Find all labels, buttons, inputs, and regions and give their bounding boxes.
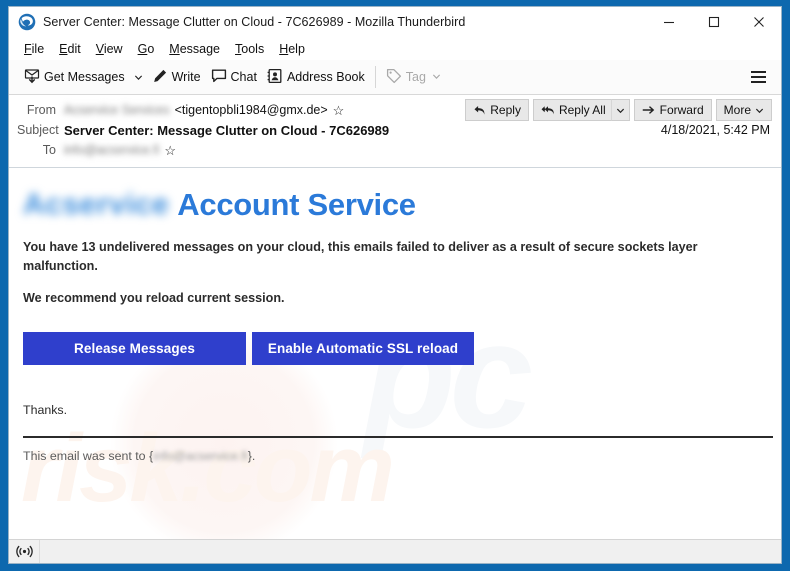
email-cta-row: Release Messages Enable Automatic SSL re… (23, 331, 767, 365)
hamburger-icon (750, 70, 766, 85)
from-address: <tigentopbli1984@gmx.de> (174, 103, 328, 117)
from-value[interactable]: Acservice Services <tigentopbli1984@gmx.… (64, 103, 344, 117)
tag-chevron-down-icon[interactable] (432, 70, 441, 84)
from-label: From (26, 103, 56, 117)
window-title: Server Center: Message Clutter on Cloud … (43, 15, 466, 29)
enable-ssl-reload-button[interactable]: Enable Automatic SSL reload (252, 331, 474, 365)
chat-label: Chat (230, 70, 257, 84)
more-label: More (723, 103, 751, 117)
reply-all-arrow-icon (541, 105, 554, 114)
forward-arrow-icon (642, 106, 654, 114)
desktop-background: Server Center: Message Clutter on Cloud … (0, 0, 790, 571)
address-book-label: Address Book (286, 70, 365, 84)
reply-all-dropdown[interactable] (610, 99, 630, 121)
forward-label: Forward (659, 103, 704, 117)
get-messages-label: Get Messages (44, 70, 125, 84)
reply-button[interactable]: Reply (465, 99, 529, 121)
more-button[interactable]: More (715, 99, 772, 121)
window-titlebar[interactable]: Server Center: Message Clutter on Cloud … (9, 7, 781, 37)
to-label: To (42, 143, 56, 157)
chat-button[interactable]: Chat (206, 64, 262, 91)
reply-all-label: Reply All (558, 103, 606, 117)
sent-to-prefix: This email was sent to { (23, 448, 154, 463)
reply-all-group: Reply All (532, 99, 630, 121)
tag-icon (386, 68, 402, 87)
to-address-redacted: info@acservice.fi (64, 143, 160, 157)
window-controls (646, 7, 781, 37)
subject-label: Subject (17, 123, 59, 137)
main-toolbar: Get Messages Write Chat Address Book Tag (9, 60, 781, 95)
close-button[interactable] (736, 7, 781, 37)
tag-label: Tag (405, 70, 426, 84)
subject-row: Subject Server Center: Message Clutter o… (17, 120, 773, 140)
broadcast-icon[interactable] (9, 540, 40, 563)
message-actions: Reply Reply All Forward More (465, 99, 772, 121)
message-date: 4/18/2021, 5:42 PM (660, 123, 770, 137)
brand-title: Account Service (177, 187, 416, 222)
menu-message[interactable]: Message (162, 40, 228, 58)
chat-bubble-icon (211, 68, 227, 87)
toolbar-separator (374, 66, 376, 88)
email-paragraph-1: You have 13 undelivered messages on your… (23, 240, 698, 273)
chevron-down-icon (755, 108, 764, 113)
get-messages-button[interactable]: Get Messages (19, 64, 130, 91)
message-header: Reply Reply All Forward More From Acserv… (9, 95, 781, 168)
email-divider (23, 435, 773, 438)
release-messages-button[interactable]: Release Messages (23, 331, 246, 365)
star-icon[interactable]: ☆ (164, 144, 176, 157)
from-name-redacted: Acservice Services (64, 103, 170, 117)
menu-edit[interactable]: Edit (52, 40, 89, 58)
menu-tools[interactable]: Tools (228, 40, 272, 58)
to-row: To info@acservice.fi ☆ (17, 140, 773, 160)
menu-help[interactable]: Help (272, 40, 313, 58)
reply-arrow-icon (474, 105, 485, 115)
menu-view[interactable]: View (89, 40, 131, 58)
sent-to-suffix: }. (247, 448, 256, 463)
tag-button[interactable]: Tag (381, 64, 446, 91)
address-book-icon (267, 68, 283, 87)
star-icon[interactable]: ☆ (333, 104, 345, 117)
reply-label: Reply (490, 103, 521, 117)
email-thanks: Thanks. (23, 402, 68, 417)
email-sent-to: This email was sent to { info@acservice.… (23, 449, 767, 463)
brand-logo-redacted: Acservice (23, 188, 170, 221)
download-mail-icon (24, 68, 40, 87)
menu-go[interactable]: Go (131, 40, 163, 58)
chevron-down-icon (616, 108, 624, 113)
subject-value: Server Center: Message Clutter on Cloud … (64, 122, 390, 138)
status-bar (9, 539, 781, 563)
thunderbird-window: Server Center: Message Clutter on Cloud … (8, 6, 782, 564)
maximize-button[interactable] (691, 7, 736, 37)
to-value[interactable]: info@acservice.fi ☆ (64, 143, 176, 157)
forward-button[interactable]: Forward (633, 99, 712, 121)
email-brand-header: Acservice Account Service (23, 184, 767, 226)
address-book-button[interactable]: Address Book (262, 64, 370, 91)
email-content: Acservice Account Service You have 13 un… (9, 168, 781, 463)
email-paragraph-2: We recommend you reload current session. (23, 291, 285, 306)
minimize-button[interactable] (646, 7, 691, 37)
write-button[interactable]: Write (147, 64, 206, 91)
message-body: pc risk.com Acservice Account Service Yo… (9, 168, 781, 539)
write-label: Write (171, 70, 201, 84)
thunderbird-icon (18, 13, 36, 31)
sent-to-address-redacted: info@acservice.fi (153, 448, 248, 463)
menu-file[interactable]: FFileile (17, 40, 52, 58)
app-menu-button[interactable] (745, 64, 771, 90)
reply-all-button[interactable]: Reply All (532, 99, 611, 121)
menubar: FFileile Edit View Go Message Tools Help (9, 37, 781, 60)
pencil-icon (152, 68, 168, 87)
get-messages-dropdown[interactable] (130, 64, 147, 91)
